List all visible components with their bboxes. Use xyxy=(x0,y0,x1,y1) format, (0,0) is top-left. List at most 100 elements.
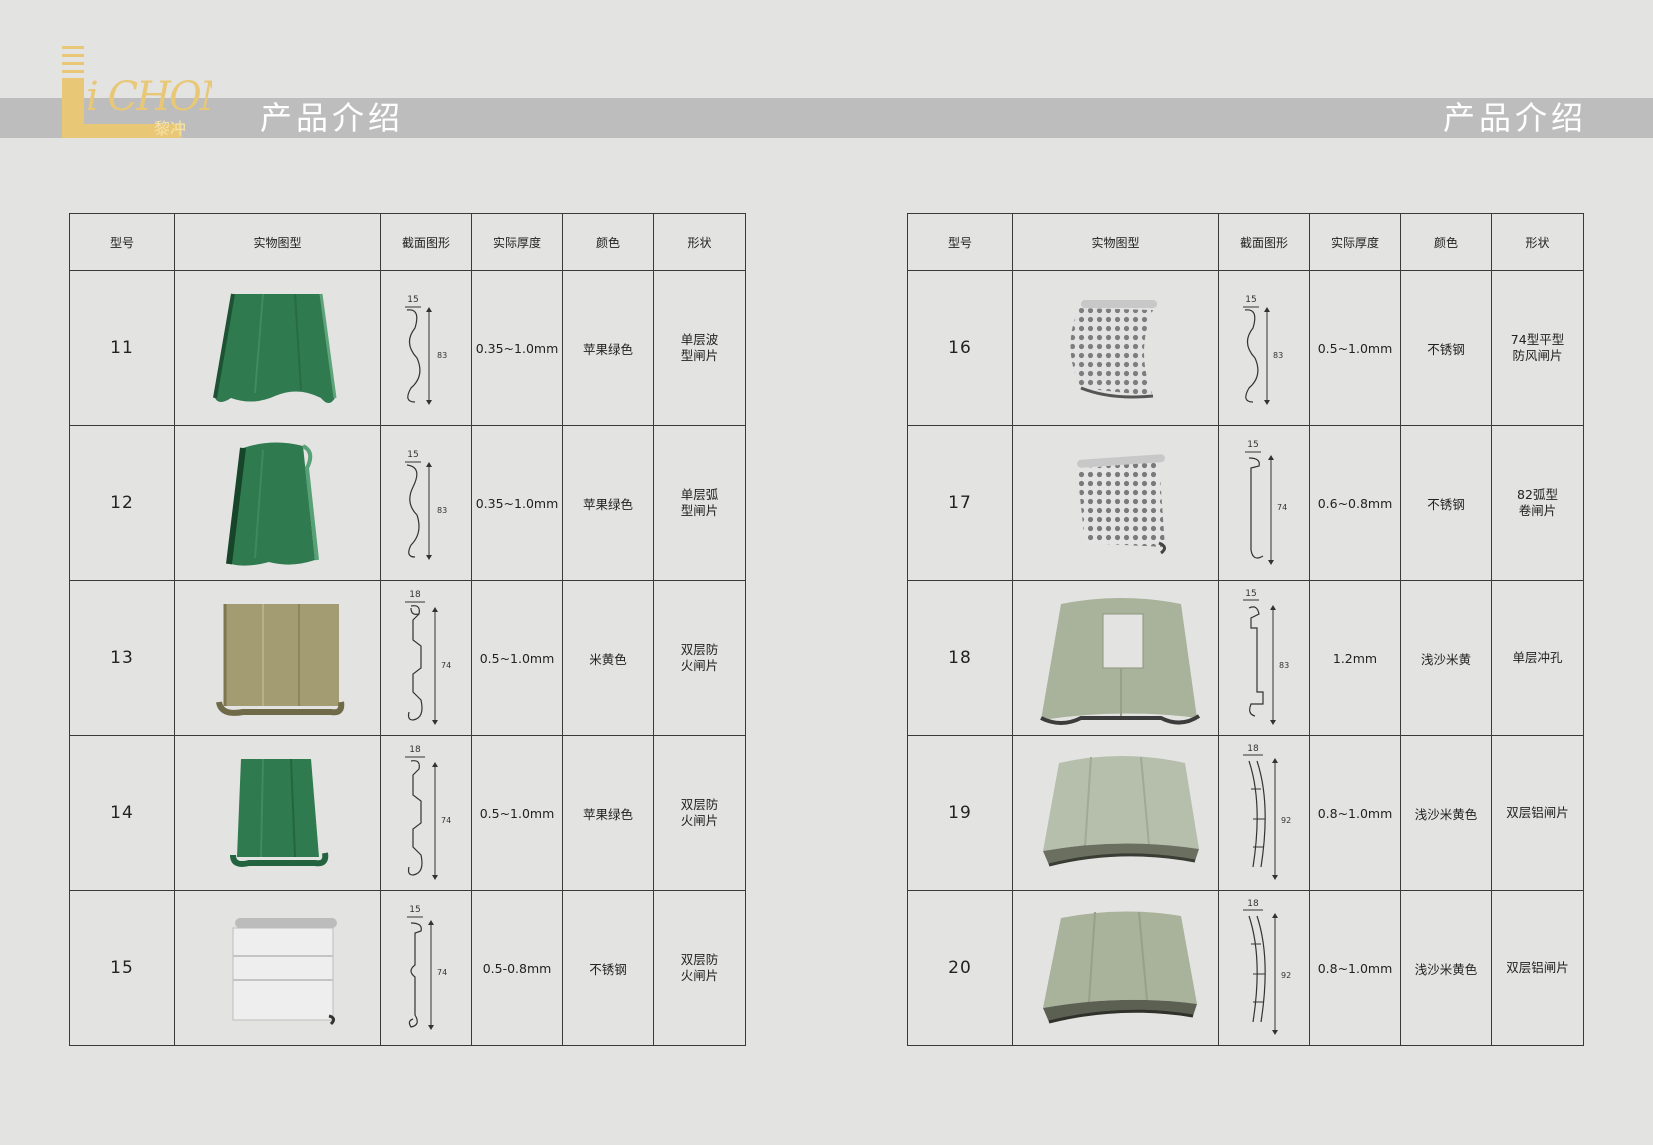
svg-text:83: 83 xyxy=(437,351,447,360)
svg-text:83: 83 xyxy=(1279,661,1289,670)
col-header-model: 型号 xyxy=(907,213,1013,271)
col-header-thickness: 实际厚度 xyxy=(1309,213,1401,271)
section-drawing: 18 74 xyxy=(380,580,472,736)
col-header-section: 截面图形 xyxy=(380,213,472,271)
shape-value: 双层防 火闸片 xyxy=(653,735,746,891)
model-number: 14 xyxy=(69,735,175,891)
table-row: 20 18 92 0.8~1.0mm 浅沙米黄色 双层铝闸片 xyxy=(907,890,1584,1046)
color-value: 浅沙米黄 xyxy=(1400,580,1492,736)
page-title-right: 产品介绍 xyxy=(1443,99,1588,137)
shape-value: 单层冲孔 xyxy=(1491,580,1584,736)
product-photo xyxy=(174,735,381,891)
thickness-value: 0.35~1.0mm xyxy=(471,425,563,581)
col-header-thickness: 实际厚度 xyxy=(471,213,563,271)
svg-text:74: 74 xyxy=(1277,503,1287,512)
svg-text:15: 15 xyxy=(407,450,418,460)
shape-value: 82弧型 卷闸片 xyxy=(1491,425,1584,581)
svg-text:15: 15 xyxy=(407,295,418,305)
product-photo xyxy=(174,270,381,426)
thickness-value: 1.2mm xyxy=(1309,580,1401,736)
table-row: 17 15 74 0.6~0.8mm 不锈钢 82弧型 卷闸片 xyxy=(907,425,1584,581)
svg-text:92: 92 xyxy=(1281,816,1291,825)
shape-value: 双层防 火闸片 xyxy=(653,580,746,736)
table-header-row: 型号 实物图型 截面图形 实际厚度 颜色 形状 xyxy=(907,213,1584,271)
thickness-value: 0.35~1.0mm xyxy=(471,270,563,426)
col-header-shape: 形状 xyxy=(653,213,746,271)
shape-value: 单层弧 型闸片 xyxy=(653,425,746,581)
brand-logo: i CHONG 黎冲 xyxy=(62,46,266,138)
table-row: 18 15 83 1.2mm 浅沙米黄 单层冲孔 xyxy=(907,580,1584,736)
product-photo xyxy=(1012,270,1219,426)
col-header-photo: 实物图型 xyxy=(1012,213,1219,271)
section-drawing: 15 83 xyxy=(380,270,472,426)
section-drawing: 15 74 xyxy=(1218,425,1310,581)
table-row: 14 18 74 0.5~1.0mm 苹果绿色 双层防 火闸片 xyxy=(69,735,746,891)
section-drawing: 15 83 xyxy=(1218,270,1310,426)
thickness-value: 0.6~0.8mm xyxy=(1309,425,1401,581)
model-number: 16 xyxy=(907,270,1013,426)
table-row: 13 18 74 0.5~1.0mm 米黄色 双层防 火闸片 xyxy=(69,580,746,736)
svg-text:i CHONG: i CHONG xyxy=(86,74,212,120)
color-value: 浅沙米黄色 xyxy=(1400,735,1492,891)
model-number: 19 xyxy=(907,735,1013,891)
thickness-value: 0.8~1.0mm xyxy=(1309,890,1401,1046)
svg-text:18: 18 xyxy=(409,745,421,755)
col-header-model: 型号 xyxy=(69,213,175,271)
svg-text:92: 92 xyxy=(1281,971,1291,980)
color-value: 米黄色 xyxy=(562,580,654,736)
col-header-section: 截面图形 xyxy=(1218,213,1310,271)
svg-text:83: 83 xyxy=(437,506,447,515)
left-spec-table: 型号 实物图型 截面图形 实际厚度 颜色 形状 11 15 83 0.35~1.… xyxy=(69,213,746,1046)
table-row: 15 15 74 0.5-0.8mm 不锈钢 双层防 火闸片 xyxy=(69,890,746,1046)
shape-value: 双层铝闸片 xyxy=(1491,735,1584,891)
svg-text:18: 18 xyxy=(409,590,421,600)
thickness-value: 0.5~1.0mm xyxy=(1309,270,1401,426)
model-number: 17 xyxy=(907,425,1013,581)
table-row: 11 15 83 0.35~1.0mm 苹果绿色 单层波 型闸片 xyxy=(69,270,746,426)
header-band xyxy=(0,98,1653,138)
svg-text:74: 74 xyxy=(441,816,451,825)
table-header-row: 型号 实物图型 截面图形 实际厚度 颜色 形状 xyxy=(69,213,746,271)
table-row: 19 18 92 0.8~1.0mm 浅沙米黄色 双层铝闸片 xyxy=(907,735,1584,891)
section-drawing: 15 83 xyxy=(380,425,472,581)
svg-text:15: 15 xyxy=(1245,295,1256,305)
product-photo xyxy=(174,890,381,1046)
shape-value: 双层防 火闸片 xyxy=(653,890,746,1046)
product-photo xyxy=(1012,890,1219,1046)
section-drawing: 15 74 xyxy=(380,890,472,1046)
model-number: 13 xyxy=(69,580,175,736)
thickness-value: 0.5-0.8mm xyxy=(471,890,563,1046)
col-header-shape: 形状 xyxy=(1491,213,1584,271)
product-photo xyxy=(1012,735,1219,891)
svg-text:15: 15 xyxy=(1245,589,1256,599)
svg-text:74: 74 xyxy=(441,661,451,670)
table-row: 16 15 83 0.5~1.0mm 不锈钢 74型平型 防风闸片 xyxy=(907,270,1584,426)
model-number: 20 xyxy=(907,890,1013,1046)
product-photo xyxy=(174,425,381,581)
col-header-color: 颜色 xyxy=(562,213,654,271)
page-title-left: 产品介绍 xyxy=(260,99,405,137)
shape-value: 双层铝闸片 xyxy=(1491,890,1584,1046)
thickness-value: 0.8~1.0mm xyxy=(1309,735,1401,891)
thickness-value: 0.5~1.0mm xyxy=(471,580,563,736)
color-value: 不锈钢 xyxy=(1400,270,1492,426)
product-photo xyxy=(1012,580,1219,736)
svg-text:15: 15 xyxy=(1247,440,1258,450)
model-number: 11 xyxy=(69,270,175,426)
model-number: 15 xyxy=(69,890,175,1046)
svg-text:74: 74 xyxy=(437,968,447,977)
model-number: 18 xyxy=(907,580,1013,736)
shape-value: 单层波 型闸片 xyxy=(653,270,746,426)
shape-value: 74型平型 防风闸片 xyxy=(1491,270,1584,426)
color-value: 苹果绿色 xyxy=(562,735,654,891)
product-photo xyxy=(1012,425,1219,581)
col-header-photo: 实物图型 xyxy=(174,213,381,271)
svg-text:83: 83 xyxy=(1273,351,1283,360)
svg-text:18: 18 xyxy=(1247,899,1259,909)
product-photo xyxy=(174,580,381,736)
svg-text:15: 15 xyxy=(409,905,420,915)
col-header-color: 颜色 xyxy=(1400,213,1492,271)
svg-text:黎冲: 黎冲 xyxy=(154,119,186,138)
model-number: 12 xyxy=(69,425,175,581)
section-drawing: 15 83 xyxy=(1218,580,1310,736)
